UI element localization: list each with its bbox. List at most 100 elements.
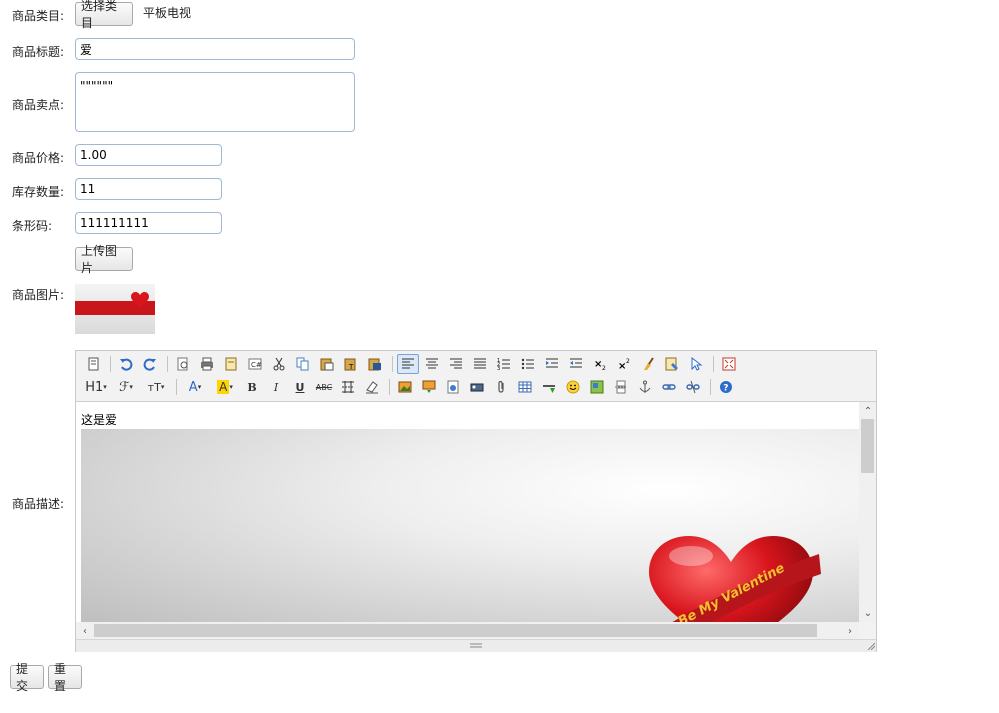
indent-icon[interactable] (541, 354, 563, 374)
subscript-icon[interactable]: × 2 (589, 354, 611, 374)
price-label: 商品价格: (12, 151, 65, 165)
toolbar-separator (110, 356, 111, 372)
scroll-up-icon[interactable]: ⌃ (861, 404, 875, 418)
template-icon[interactable] (220, 354, 242, 374)
font-family-dropdown[interactable]: ℱ ▾ (112, 377, 140, 397)
editor-resize-bar[interactable] (76, 639, 876, 652)
toolbar-separator (389, 379, 390, 395)
remove-format-icon[interactable] (361, 377, 383, 397)
rich-text-editor: C# T 123 × 2 × 2 H1 ▾ ℱ ▾ тT ▾ A ▾ A ▾ B… (75, 350, 877, 652)
strikethrough-icon[interactable]: ABC (313, 377, 335, 397)
ordered-list-icon[interactable]: 123 (493, 354, 515, 374)
corner-resize-icon[interactable] (867, 642, 875, 650)
description-label: 商品描述: (12, 497, 65, 511)
stock-input[interactable]: 11 (75, 178, 222, 200)
table-icon[interactable] (514, 377, 536, 397)
font-color-icon[interactable]: A ▾ (181, 377, 209, 397)
submit-button[interactable]: 提交 (10, 662, 44, 693)
cut-icon[interactable] (268, 354, 290, 374)
italic-icon[interactable]: I (265, 377, 287, 397)
horizontal-scroll-thumb[interactable] (94, 624, 817, 637)
print-icon[interactable] (196, 354, 218, 374)
highlight-icon[interactable]: A ▾ (211, 377, 239, 397)
toolbar-row-1: C# T 123 × 2 × 2 (82, 353, 742, 375)
select-category-button[interactable]: 选择类目 (75, 0, 133, 30)
select-all-icon[interactable] (661, 354, 683, 374)
toolbar-separator (710, 379, 711, 395)
svg-text:T: T (348, 363, 354, 371)
editor-horizontal-scrollbar[interactable]: ‹ › (76, 622, 859, 639)
stock-label: 库存数量: (12, 185, 65, 199)
help-icon[interactable]: ? (715, 377, 737, 397)
editor-content-area[interactable]: 这是爱 Be My Valentine (76, 402, 859, 622)
bold-icon[interactable]: B (241, 377, 263, 397)
redo-icon[interactable] (139, 354, 161, 374)
editor-toolbar: C# T 123 × 2 × 2 H1 ▾ ℱ ▾ тT ▾ A ▾ A ▾ B… (76, 351, 876, 402)
sell-point-textarea[interactable]: """""" (75, 72, 355, 132)
editor-content-text: 这是爱 (81, 413, 118, 427)
link-icon[interactable] (658, 377, 680, 397)
font-size-label: тT (147, 380, 161, 394)
anchor-icon[interactable] (634, 377, 656, 397)
thumbnail-heart-icon (131, 292, 149, 307)
barcode-label: 条形码: (12, 219, 53, 233)
outdent-icon[interactable] (565, 354, 587, 374)
superscript-icon[interactable]: × 2 (613, 354, 635, 374)
scroll-right-icon[interactable]: › (843, 624, 857, 638)
multi-image-icon[interactable] (418, 377, 440, 397)
svg-text:?: ? (723, 384, 728, 394)
unordered-list-icon[interactable] (517, 354, 539, 374)
editor-vertical-scrollbar[interactable]: ⌃ ⌄ (859, 402, 876, 622)
title-label: 商品标题: (12, 45, 65, 59)
clear-format-icon[interactable] (637, 354, 659, 374)
svg-text:3: 3 (497, 366, 500, 371)
paste-icon[interactable] (316, 354, 338, 374)
map-icon[interactable] (586, 377, 608, 397)
paste-text-icon[interactable]: T (340, 354, 362, 374)
vertical-scroll-thumb[interactable] (861, 419, 874, 473)
valentine-heart-image: Be My Valentine (649, 536, 821, 622)
emoticon-icon[interactable] (562, 377, 584, 397)
resize-handle-icon[interactable] (469, 642, 483, 650)
font-family-label: ℱ (119, 379, 130, 395)
heading-dropdown[interactable]: H1 ▾ (82, 377, 110, 397)
code-icon[interactable]: C# (244, 354, 266, 374)
title-input[interactable]: 爱 (75, 38, 355, 60)
align-center-icon[interactable] (421, 354, 443, 374)
justify-icon[interactable] (469, 354, 491, 374)
barcode-input[interactable]: 111111111 (75, 212, 222, 234)
unlink-icon[interactable] (682, 377, 704, 397)
svg-text:2: 2 (602, 365, 606, 371)
media-icon[interactable] (466, 377, 488, 397)
align-right-icon[interactable] (445, 354, 467, 374)
source-icon[interactable] (82, 354, 104, 374)
fullscreen-icon[interactable] (718, 354, 740, 374)
attachment-icon[interactable] (490, 377, 512, 397)
upload-image-button[interactable]: 上传图片 (75, 244, 133, 275)
copy-icon[interactable] (292, 354, 314, 374)
image-icon[interactable] (394, 377, 416, 397)
select-icon[interactable] (685, 354, 707, 374)
pagebreak-icon[interactable] (610, 377, 632, 397)
reset-button[interactable]: 重置 (48, 662, 82, 693)
scroll-left-icon[interactable]: ‹ (78, 624, 92, 638)
align-left-icon[interactable] (397, 354, 419, 374)
sell-point-label: 商品卖点: (12, 98, 65, 112)
toolbar-row-2: H1 ▾ ℱ ▾ тT ▾ A ▾ A ▾ B I U ABC ? (82, 376, 739, 398)
toolbar-separator (167, 356, 168, 372)
line-height-icon[interactable] (337, 377, 359, 397)
hr-icon[interactable] (538, 377, 560, 397)
product-image-thumbnail[interactable] (75, 284, 155, 334)
preview-icon[interactable] (172, 354, 194, 374)
editor-content-image[interactable]: Be My Valentine (81, 429, 859, 622)
scroll-down-icon[interactable]: ⌄ (861, 606, 875, 620)
category-label: 商品类目: (12, 9, 65, 23)
svg-text:2: 2 (626, 358, 630, 365)
flash-icon[interactable] (442, 377, 464, 397)
undo-icon[interactable] (115, 354, 137, 374)
font-size-dropdown[interactable]: тT ▾ (142, 377, 170, 397)
toolbar-separator (176, 379, 177, 395)
price-input[interactable]: 1.00 (75, 144, 222, 166)
paste-word-icon[interactable] (364, 354, 386, 374)
underline-icon[interactable]: U (289, 377, 311, 397)
